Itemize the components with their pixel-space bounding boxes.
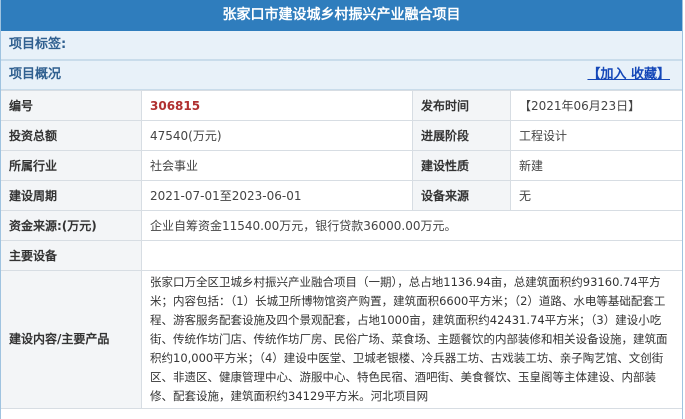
code-value: 306815 [141,90,413,121]
industry-label: 所属行业 [1,150,142,181]
funding-value: 企业自筹资金11540.00万元，银行贷款36000.00万元。 [141,210,682,241]
main-equipment-value [141,240,682,271]
table-row: 建设内容/主要产品 张家口万全区卫城乡村振兴产业融合项目（一期），总占地1136… [1,270,682,409]
table-row: 所属行业 社会事业 建设性质 新建 [1,150,682,181]
period-value: 2021-07-01至2023-06-01 [141,180,413,211]
tags-section: 项目标签: [1,31,682,60]
page-title: 张家口市建设城乡村振兴产业融合项目 [1,0,682,31]
content-text: 张家口万全区卫城乡村振兴产业融合项目（一期），总占地1136.94亩，总建筑面积… [150,275,668,403]
stage-label: 进展阶段 [412,120,511,151]
table-row: 投资总额 47540(万元) 进展阶段 工程设计 [1,120,682,151]
add-favorite-link[interactable]: 【加入 收藏】 [587,61,670,89]
investment-value: 47540(万元) [141,120,413,151]
tags-label: 项目标签: [9,37,67,52]
stage-value: 工程设计 [510,120,682,151]
code-label: 编号 [1,90,142,121]
table-row: 建设周期 2021-07-01至2023-06-01 设备来源 无 [1,180,682,211]
table-row: 主要设备 [1,240,682,271]
period-label: 建设周期 [1,180,142,211]
funding-label: 资金来源:(万元) [1,210,142,241]
nature-value: 新建 [510,150,682,181]
investment-label: 投资总额 [1,120,142,151]
nature-label: 建设性质 [412,150,511,181]
content-label: 建设内容/主要产品 [1,270,142,409]
equipment-source-label: 设备来源 [412,180,511,211]
overview-section: 项目概况 【加入 收藏】 [1,60,682,90]
table-row: 编号 306815 发布时间 【2021年06月23日】 [1,90,682,121]
table-row: 资金来源:(万元) 企业自筹资金11540.00万元，银行贷款36000.00万… [1,210,682,241]
project-detail-panel: 张家口市建设城乡村振兴产业融合项目 项目标签: 项目概况 【加入 收藏】 编号 … [0,0,683,419]
publish-time-label: 发布时间 [412,90,511,121]
equipment-source-value: 无 [510,180,682,211]
main-equipment-label: 主要设备 [1,240,142,271]
publish-time-value: 【2021年06月23日】 [510,90,682,121]
content-value: 张家口万全区卫城乡村振兴产业融合项目（一期），总占地1136.94亩，总建筑面积… [141,270,682,409]
industry-value: 社会事业 [141,150,413,181]
overview-label: 项目概况 [9,67,62,82]
project-info-table: 编号 306815 发布时间 【2021年06月23日】 投资总额 47540(… [1,90,682,409]
